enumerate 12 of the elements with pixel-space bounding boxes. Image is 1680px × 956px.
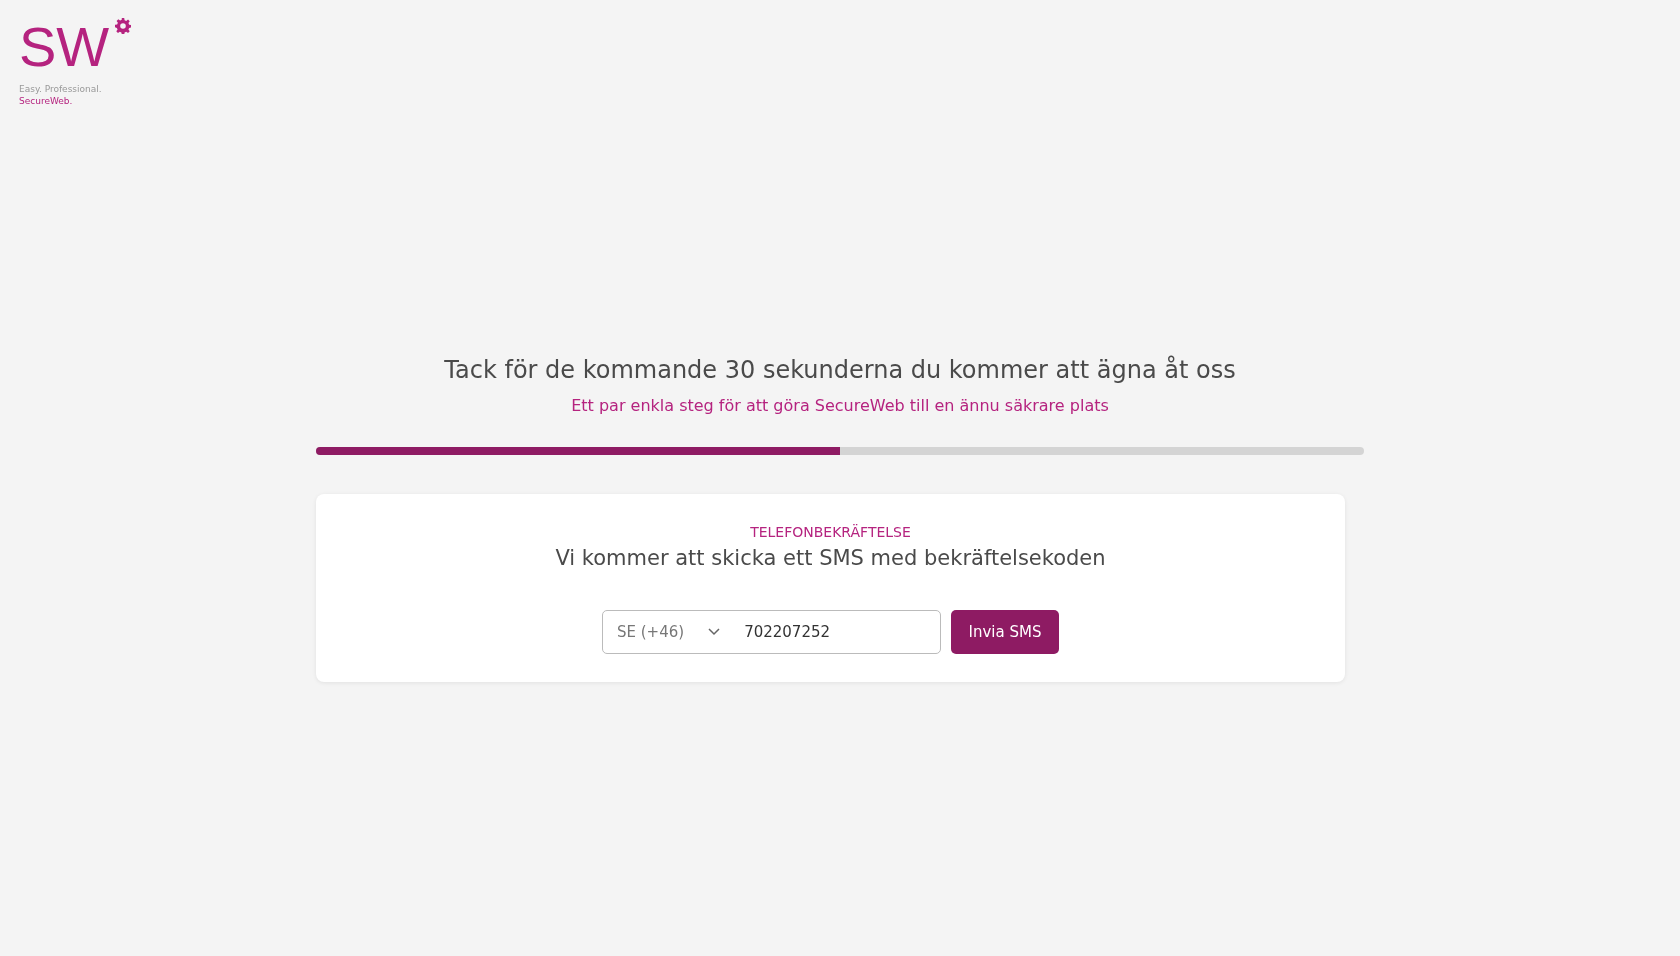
card-title: Vi kommer att skicka ett SMS med bekräftelsekoden [555, 546, 1106, 570]
logo-brand: SecureWeb. [19, 96, 74, 106]
card-label: TELEFONBEKRÄFTELSE [750, 524, 911, 540]
gear-icon [115, 18, 132, 34]
logo-mark: SW [19, 16, 111, 78]
country-select[interactable]: SE (+46) [617, 623, 685, 641]
logo-tagline: Easy. Professional. [19, 84, 103, 94]
phone-field[interactable]: SE (+46) 702207252 [602, 610, 941, 654]
page-heading: Tack för de kommande 30 sekunderna du kommer att ägna åt oss [444, 356, 1236, 384]
chevron-down-icon [708, 628, 721, 636]
page-subheading: Ett par enkla steg för att göra SecureWeb till en ännu säkrare plats [571, 396, 1109, 415]
send-sms-button[interactable]: Invia SMS [951, 610, 1059, 654]
